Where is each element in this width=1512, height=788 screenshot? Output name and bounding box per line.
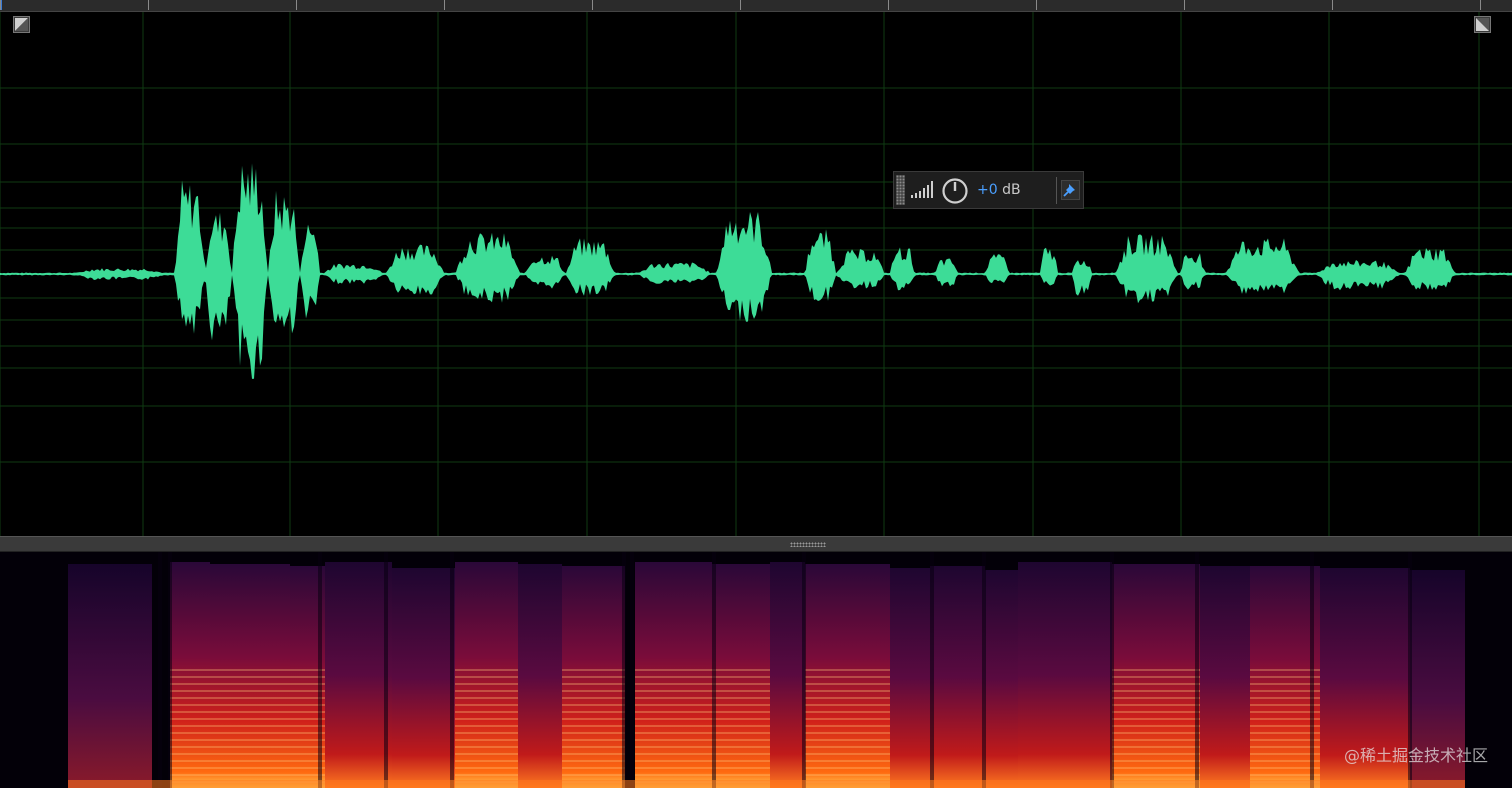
waveform-display[interactable] [0, 12, 1512, 536]
spectrogram-floor [68, 780, 1465, 788]
ruler-tick [444, 0, 445, 10]
spectrogram-gap [712, 552, 716, 788]
spectrogram-harmonics [712, 668, 770, 788]
waveform-panel[interactable] [0, 12, 1512, 536]
spectrogram-column [325, 562, 392, 788]
spectrogram-column [890, 568, 930, 788]
panel-divider[interactable] [0, 536, 1512, 552]
spectrogram-harmonics [455, 668, 518, 788]
waveform-shape [0, 163, 1512, 379]
gain-value-display[interactable]: +0 dB [977, 182, 1021, 198]
ruler-tick [148, 0, 149, 10]
spectrogram-harmonics [170, 668, 210, 788]
hud-separator [1056, 177, 1057, 204]
spectrogram-gap [158, 552, 162, 788]
ruler-tick [1184, 0, 1185, 10]
spectrogram-gap [384, 552, 388, 788]
spectrogram-column [518, 564, 562, 788]
spectrogram-columns [68, 552, 1465, 788]
spectrogram-gap [1310, 552, 1314, 788]
spectrogram-column [1200, 566, 1250, 788]
spectrogram-gap [450, 552, 454, 788]
ruler-tick [296, 0, 297, 10]
ruler-tick [0, 0, 1, 10]
gain-number: +0 [977, 182, 998, 198]
spectrogram-column [930, 566, 985, 788]
timeline-ruler[interactable] [0, 0, 1512, 12]
spectrogram-gap [318, 552, 322, 788]
spectrogram-column [68, 564, 152, 788]
spectrogram-column [985, 570, 1018, 788]
resize-grip-icon[interactable] [790, 542, 826, 547]
spectrogram-gap [802, 552, 806, 788]
spectrogram-gap [930, 552, 934, 788]
watermark-text: @稀土掘金技术社区 [1343, 746, 1488, 765]
ruler-tick [888, 0, 889, 10]
spectrogram-gap [622, 552, 626, 788]
spectrogram-harmonics [562, 668, 625, 788]
level-bars-icon [911, 181, 933, 198]
ruler-tick [1480, 0, 1481, 10]
ruler-tick [1036, 0, 1037, 10]
spectrogram-harmonics [210, 668, 290, 788]
gain-unit: dB [1002, 182, 1021, 198]
spectrogram-panel[interactable]: @稀土掘金技术社区 [0, 552, 1512, 788]
ruler-tick [1332, 0, 1333, 10]
ruler-tick [592, 0, 593, 10]
spectrogram-column [1018, 562, 1112, 788]
spectrogram-gap [1195, 552, 1199, 788]
spectrogram-harmonics [1250, 668, 1320, 788]
spectrogram-gap [982, 552, 986, 788]
fade-out-handle-icon[interactable] [1474, 16, 1491, 33]
pin-icon[interactable] [1061, 180, 1080, 200]
spectrogram-gap [168, 552, 172, 788]
ruler-tick [740, 0, 741, 10]
spectrogram-gap [1110, 552, 1114, 788]
spectrogram-column [392, 568, 455, 788]
amplitude-hud[interactable]: +0 dB [893, 171, 1084, 209]
fade-in-handle-icon[interactable] [13, 16, 30, 33]
spectrogram-harmonics [805, 668, 890, 788]
spectrogram-harmonics [1112, 668, 1200, 788]
spectrogram-harmonics [635, 668, 712, 788]
hud-drag-grip[interactable] [896, 175, 905, 205]
spectrogram-gap [630, 552, 634, 788]
volume-knob-icon[interactable] [941, 177, 969, 205]
spectrogram-display [68, 552, 1465, 788]
spectrogram-column [770, 562, 805, 788]
